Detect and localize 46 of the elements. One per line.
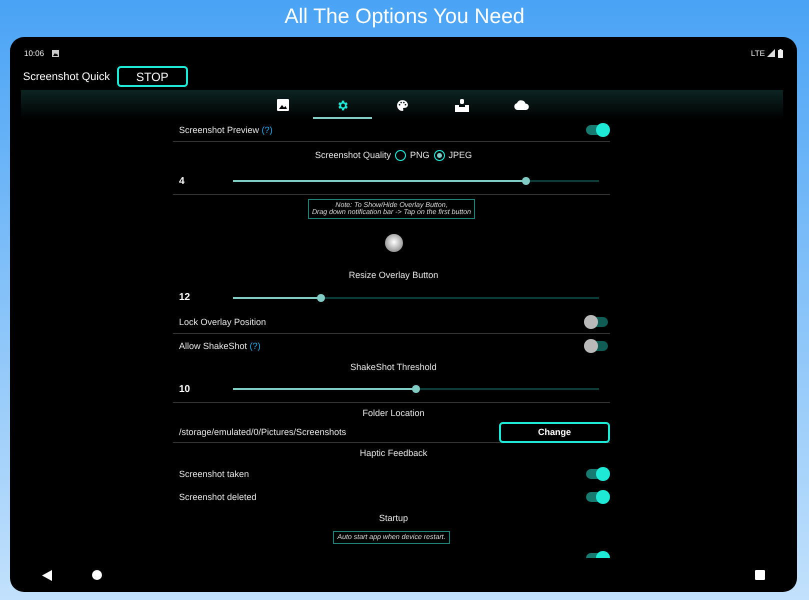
toggle-switch[interactable] (586, 490, 608, 504)
toggle-switch[interactable] (586, 338, 608, 352)
home-icon[interactable] (92, 570, 102, 580)
section-heading: Resize Overlay Button (348, 270, 438, 280)
setting-label: Allow ShakeShot (179, 340, 248, 350)
section-heading: Folder Location (362, 408, 425, 418)
slider-value: 12 (179, 292, 192, 303)
status-time: 10:06 (24, 48, 44, 58)
settings-icon (336, 98, 349, 112)
back-icon[interactable] (42, 570, 52, 580)
overlay-button-preview (384, 234, 402, 252)
setting-label: Screenshot Quality (314, 150, 391, 160)
slider-value: 4 (179, 176, 186, 186)
image-icon (277, 99, 289, 111)
palette-icon (396, 98, 408, 112)
slider-value: 10 (179, 384, 192, 394)
tray-icon (454, 98, 468, 112)
setting-label: Screenshot Preview (179, 125, 260, 135)
section-heading: ShakeShot Threshold (350, 362, 437, 372)
app-title: Screenshot Quick (23, 70, 110, 82)
cloud-icon (514, 100, 528, 110)
setting-label: Screenshot deleted (179, 492, 257, 502)
help-link[interactable]: (?) (262, 125, 273, 135)
radio-button[interactable] (434, 150, 445, 160)
toggle-switch[interactable] (586, 315, 608, 329)
toggle-switch[interactable] (586, 123, 608, 137)
toggle-switch[interactable] (586, 466, 608, 480)
radio-label: PNG (410, 150, 430, 160)
setting-label: Screenshot taken (179, 468, 250, 478)
radio-button[interactable] (395, 150, 406, 160)
radio-label: JPEG (448, 150, 472, 160)
section-heading: Startup (378, 512, 408, 522)
slider-thumb[interactable] (522, 177, 530, 185)
change-button[interactable]: Change (499, 422, 610, 442)
network-label: LTE (750, 48, 765, 58)
image-icon (52, 50, 60, 56)
folder-path: /storage/emulated/0/Pictures/Screenshots (179, 427, 346, 437)
help-link[interactable]: (?) (250, 340, 261, 350)
headline: All The Options You Need (284, 4, 525, 28)
signal-icon (767, 49, 775, 57)
battery-icon (778, 48, 783, 58)
slider-thumb[interactable] (316, 294, 325, 302)
stop-button[interactable]: STOP (116, 66, 188, 87)
section-heading: Haptic Feedback (360, 448, 428, 458)
setting-label: Lock Overlay Position (179, 317, 266, 327)
slider-thumb[interactable] (412, 385, 420, 393)
